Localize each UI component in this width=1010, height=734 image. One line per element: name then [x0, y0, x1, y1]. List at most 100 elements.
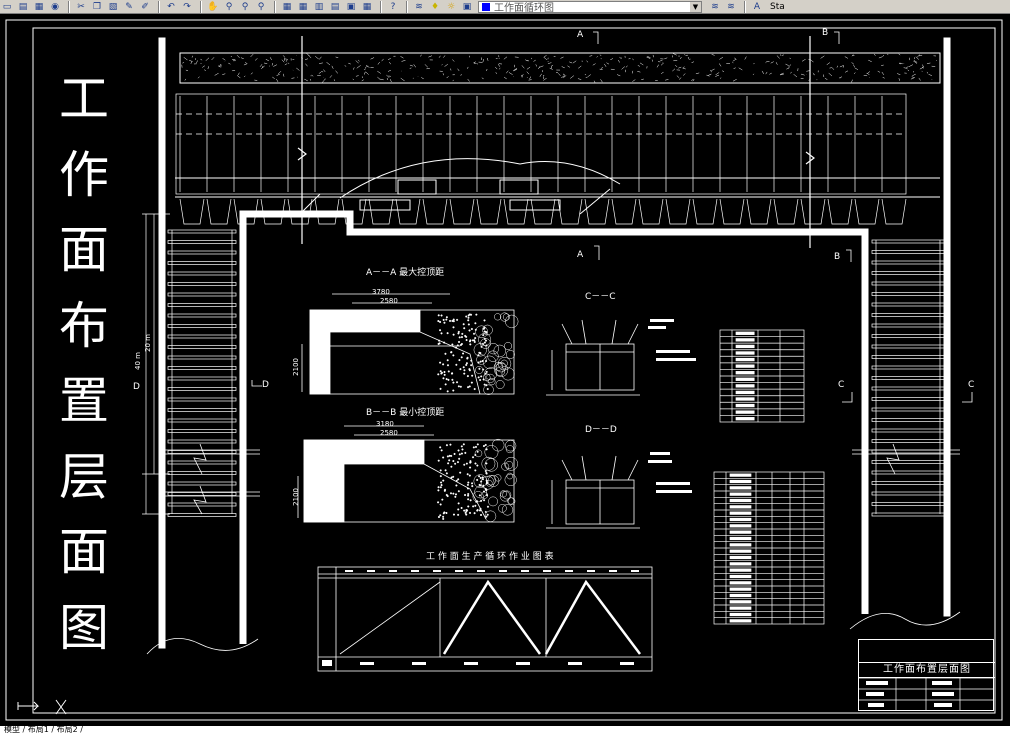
brush-icon[interactable]: ✐: [138, 1, 152, 13]
pan-icon[interactable]: ✋: [206, 1, 220, 13]
chart-axis-label: [516, 662, 530, 665]
calculator-icon[interactable]: ▦: [360, 1, 374, 13]
table-cell-text: [729, 555, 752, 560]
table-cell-text: [729, 549, 752, 553]
support-base: [584, 198, 610, 225]
model-space-canvas[interactable]: 工作面布置层面图 A B A B C C D D 40 m 20 m A－－A …: [0, 14, 1010, 726]
right-rib: [943, 37, 951, 617]
support-base: [827, 198, 853, 225]
layout-tabs[interactable]: 模型 / 布局1 / 布局2 /: [4, 726, 83, 734]
section-dd: [546, 455, 640, 529]
make-current-icon[interactable]: ≋: [708, 1, 722, 13]
table-cell-text: [729, 492, 752, 496]
text-style-icon[interactable]: A: [750, 1, 764, 13]
table-cell-text: [735, 371, 755, 375]
gateway-prop: [167, 460, 237, 465]
paste-icon[interactable]: ▧: [106, 1, 120, 13]
support-frame: [175, 93, 907, 195]
gateway-prop: [167, 366, 237, 370]
dim-40m: 40 m: [134, 352, 142, 370]
gateway-prop: [871, 460, 945, 464]
cut-icon[interactable]: ✂: [74, 1, 88, 13]
toolpalette-icon[interactable]: ▥: [312, 1, 326, 13]
gateway-prop: [167, 271, 237, 276]
designcenter-icon[interactable]: ▦: [296, 1, 310, 13]
gateway-prop: [167, 250, 237, 255]
chart-tick-label: [367, 570, 375, 572]
section-bb-title: B－－B 最小控顶距: [366, 408, 445, 418]
layer-manager-icon[interactable]: ≋: [412, 1, 426, 13]
table-cell-text: [729, 562, 752, 566]
gateway-prop: [871, 260, 945, 265]
gateway-prop: [871, 323, 945, 328]
sun-icon[interactable]: ☼: [444, 1, 458, 13]
table-cell-text: [735, 397, 755, 401]
gateway-prop: [871, 386, 945, 391]
gateway-prop: [871, 481, 945, 485]
preview-icon[interactable]: ◉: [48, 1, 62, 13]
section-aa-title: A－－A 最大控顶距: [366, 268, 445, 278]
gateway-prop: [167, 429, 237, 433]
zoom-window-icon[interactable]: ⚲: [238, 1, 252, 13]
layer-name: 工作面循环图: [494, 3, 554, 14]
section-cc-title: C－－C: [585, 292, 616, 302]
markup-icon[interactable]: ▣: [344, 1, 358, 13]
section-label-d-left: D: [262, 380, 269, 390]
support-base: [773, 198, 799, 225]
layer-previous-icon[interactable]: ≋: [724, 1, 738, 13]
shearer-drum-left: [359, 199, 411, 211]
section-lines: [297, 36, 815, 248]
toolbar-separator: [274, 0, 276, 13]
zoom-previous-icon[interactable]: ⚲: [254, 1, 268, 13]
gateway-prop: [871, 502, 945, 506]
help-icon[interactable]: ?: [386, 1, 400, 13]
open-icon[interactable]: ▭: [0, 1, 14, 13]
chevron-down-icon[interactable]: ▼: [690, 1, 701, 12]
section-label-b-top: B: [822, 28, 829, 38]
lock-icon[interactable]: ▣: [460, 1, 474, 13]
table-cell-text: [729, 581, 752, 585]
section-label-c-right: C: [968, 380, 975, 390]
chart-tick-label: [587, 570, 595, 572]
toolbar-separator: [200, 0, 202, 13]
layer-dropdown[interactable]: 工作面循环图 ▼: [478, 0, 702, 14]
zoom-realtime-icon[interactable]: ⚲: [222, 1, 236, 13]
shearer-drum-right: [509, 199, 561, 211]
matchprop-icon[interactable]: ✎: [122, 1, 136, 13]
chart-tick-label: [433, 570, 441, 572]
lightbulb-icon[interactable]: ♦: [428, 1, 442, 13]
table-cell-text: [735, 403, 755, 408]
gateway-prop: [871, 470, 945, 475]
undo-icon[interactable]: ↶: [164, 1, 178, 13]
save-icon[interactable]: ▤: [16, 1, 30, 13]
aa-dim-inner: 2580: [380, 297, 398, 305]
gateway-prop: [871, 418, 945, 422]
table-cell-text: [729, 479, 752, 484]
support-base: [449, 198, 475, 225]
table-cell-text: [735, 338, 755, 342]
cycle-chart-title: 工 作 面 生 产 循 环 作 业 图 表: [426, 552, 554, 562]
main-title: 工作面布置层面图: [52, 62, 116, 666]
gateway-prop: [871, 397, 945, 401]
gateway-prop: [167, 450, 237, 454]
table-cell-text: [735, 364, 755, 368]
gateway-prop: [167, 481, 237, 486]
gateway-prop: [871, 292, 945, 296]
gateway-prop: [871, 271, 945, 275]
table-cell-text: [729, 505, 752, 509]
main-title-char: 面: [59, 221, 109, 279]
sheetset-icon[interactable]: ▤: [328, 1, 342, 13]
plot-icon[interactable]: ▦: [32, 1, 46, 13]
text-style-label[interactable]: Sta: [770, 2, 785, 12]
table-cell-text: [735, 331, 755, 335]
properties-icon[interactable]: ▦: [280, 1, 294, 13]
gateway-prop: [871, 512, 945, 517]
gateway-prop: [871, 439, 945, 443]
redo-icon[interactable]: ↷: [180, 1, 194, 13]
gateway-prop: [871, 334, 945, 338]
gateway-prop: [871, 376, 945, 380]
table-cell-text: [729, 530, 752, 534]
table-cell-text: [729, 536, 752, 541]
table-cell-text: [729, 593, 752, 598]
copy-icon[interactable]: ❐: [90, 1, 104, 13]
